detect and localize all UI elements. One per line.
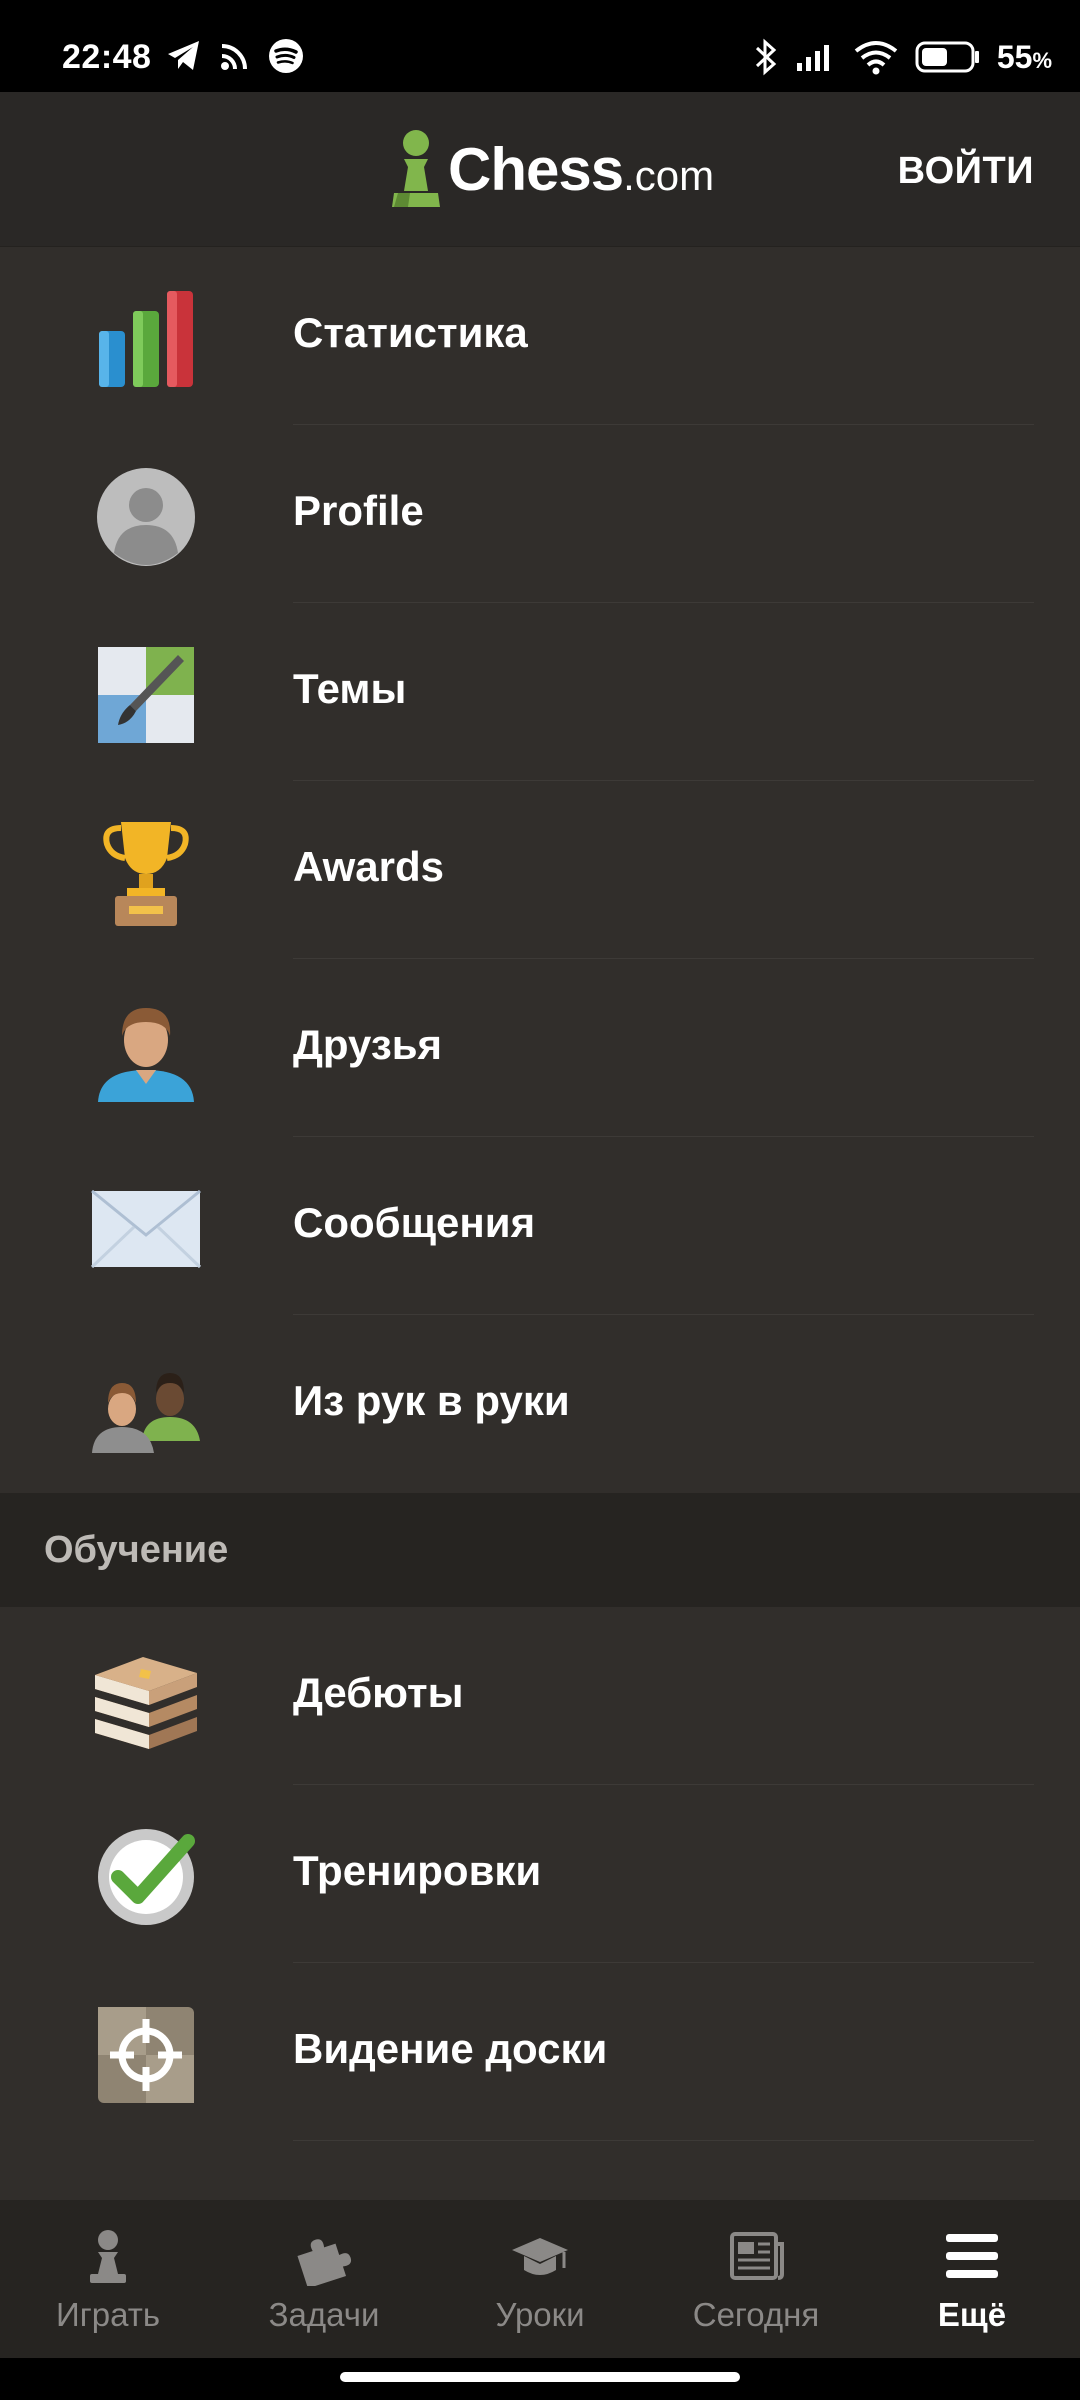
hamburger-menu-icon [946,2234,998,2278]
green-pawn-icon [392,130,440,207]
nav-label: Сегодня [692,2296,820,2333]
nav-label: Играть [55,2296,161,2333]
bottom-navigation: Играть Задачи Уроки Сегодня Ещё [0,2200,1080,2358]
logo-domain: .com [623,152,715,199]
nav-label: Уроки [495,2296,585,2333]
menu-item-label: Тренировки [293,1847,542,1894]
menu-item-label: Profile [293,487,424,534]
menu-item-label: Видение доски [293,2025,608,2072]
menu-item-drills[interactable]: Тренировки [0,1785,1080,1963]
menu-item-friends[interactable]: Друзья [0,959,1080,1137]
nav-more[interactable]: Ещё [864,2200,1080,2358]
menu-item-profile[interactable]: Profile [0,425,1080,603]
status-bar: 22:48 55% [0,0,1080,92]
more-menu-list: Статистика Profile Темы Awards Друзья Со… [0,247,1080,2141]
nav-label: Ещё [937,2296,1007,2333]
menu-item-hand-to-hand[interactable]: Из рук в руки [0,1315,1080,1493]
nav-puzzles[interactable]: Задачи [216,2200,432,2358]
chess-com-logo[interactable]: Chess .com [388,124,714,214]
menu-item-statistics[interactable]: Статистика [0,247,1080,425]
menu-item-label: Awards [293,843,444,890]
section-title: Обучение [44,1529,229,1571]
signal-icon [796,45,829,71]
trophy-icon [103,822,189,926]
envelope-icon [90,1189,202,1269]
pawn-icon [90,2230,126,2283]
stats-icon [99,291,193,387]
vision-crosshair-icon [98,2007,194,2103]
menu-item-label: Друзья [293,1021,443,1068]
menu-item-messages[interactable]: Сообщения [0,1137,1080,1315]
menu-item-openings[interactable]: Дебюты [0,1607,1080,1785]
nav-lessons[interactable]: Уроки [432,2200,648,2358]
menu-item-board-vision[interactable]: Видение доски [0,1963,1080,2141]
bluetooth-icon [755,38,777,76]
menu-item-label: Сообщения [293,1199,536,1246]
profile-avatar-icon [97,468,195,566]
menu-item-label: Статистика [293,309,528,356]
home-indicator[interactable] [340,2372,740,2382]
logo-text: Chess [448,135,624,203]
telegram-icon [168,41,199,70]
menu-item-themes[interactable]: Темы [0,603,1080,781]
menu-item-label: Из рук в руки [293,1377,570,1424]
nav-play[interactable]: Играть [0,2200,216,2358]
spotify-icon [269,39,303,73]
openings-books-icon [95,1657,197,1749]
app-screen: 22:48 55% Chess .com ВОЙТИ Статистика Pr… [0,0,1080,2400]
battery-icon [915,41,979,73]
section-header-learning: Обучение [0,1493,1080,1607]
nav-label: Задачи [268,2296,380,2333]
wifi-icon [854,41,898,75]
status-time: 22:48 [62,38,152,76]
newspaper-icon [730,2232,784,2280]
app-header: Chess .com ВОЙТИ [0,92,1080,247]
nav-today[interactable]: Сегодня [648,2200,864,2358]
graduation-cap-icon [512,2238,568,2275]
cast-icon [221,44,247,70]
themes-icon [98,647,194,743]
menu-item-label: Темы [293,665,407,712]
login-button[interactable]: ВОЙТИ [898,150,1034,193]
divider [293,2140,1034,2141]
drills-check-icon [98,1829,195,1925]
hand-to-hand-icon [92,1373,200,1453]
friends-icon [98,1008,194,1102]
menu-item-label: Дебюты [293,1669,464,1716]
menu-item-awards[interactable]: Awards [0,781,1080,959]
battery-percentage: 55% [996,38,1052,75]
puzzle-icon [297,2239,352,2286]
